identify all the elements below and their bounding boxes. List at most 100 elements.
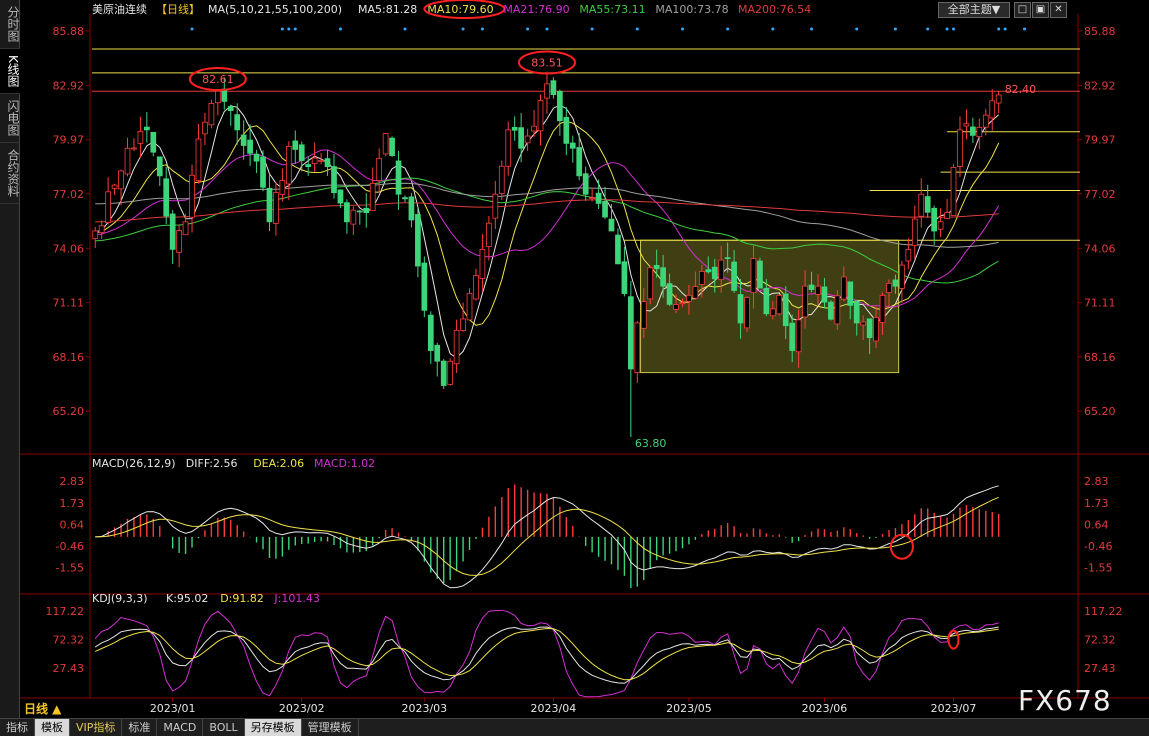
candle-body[interactable]: [731, 261, 737, 291]
candle-body[interactable]: [318, 160, 324, 162]
candle-body[interactable]: [518, 127, 524, 149]
candle-body[interactable]: [111, 184, 118, 189]
candle-body[interactable]: [440, 360, 447, 386]
candle-body[interactable]: [214, 90, 221, 104]
candle-body[interactable]: [840, 276, 847, 300]
candle-body[interactable]: [660, 267, 666, 287]
candle-body[interactable]: [589, 197, 595, 199]
candle-body[interactable]: [363, 207, 370, 214]
candle-body[interactable]: [395, 160, 402, 195]
candle-body[interactable]: [892, 279, 899, 287]
candle-body[interactable]: [247, 139, 253, 154]
candle-body[interactable]: [240, 134, 247, 146]
bottom-tab-6[interactable]: 另存模板: [244, 719, 302, 736]
candle-body[interactable]: [950, 167, 957, 216]
restore-icon[interactable]: ▣: [1032, 2, 1049, 18]
candle-body[interactable]: [92, 230, 99, 239]
candle-body[interactable]: [563, 116, 570, 144]
candle-body[interactable]: [408, 196, 415, 221]
candle-body[interactable]: [337, 189, 344, 204]
candle-body[interactable]: [911, 218, 918, 246]
candle-body[interactable]: [834, 295, 841, 325]
candle-body[interactable]: [266, 187, 273, 223]
candle-body[interactable]: [505, 129, 512, 167]
candle-body[interactable]: [582, 173, 589, 195]
candle-body[interactable]: [131, 147, 137, 150]
candle-body[interactable]: [389, 137, 395, 156]
candle-body[interactable]: [163, 178, 170, 217]
candle-body[interactable]: [227, 106, 234, 111]
candle-body[interactable]: [621, 261, 628, 294]
candle-body[interactable]: [460, 318, 466, 331]
candle-body[interactable]: [653, 265, 660, 270]
candle-body[interactable]: [305, 164, 312, 168]
candle-body[interactable]: [466, 293, 473, 321]
candle-body[interactable]: [931, 207, 938, 232]
candle-body[interactable]: [434, 344, 441, 362]
candle-body[interactable]: [344, 202, 350, 223]
candle-body[interactable]: [711, 266, 718, 280]
candle-body[interactable]: [976, 126, 983, 138]
candle-body[interactable]: [782, 293, 789, 327]
candle-body[interactable]: [511, 127, 518, 131]
candle-body[interactable]: [750, 258, 757, 294]
candle-body[interactable]: [376, 157, 383, 181]
candle-body[interactable]: [737, 294, 744, 324]
minimize-icon[interactable]: □: [1014, 2, 1031, 18]
candle-body[interactable]: [744, 297, 750, 329]
candle-body[interactable]: [757, 260, 763, 289]
candle-body[interactable]: [156, 156, 163, 177]
candle-body[interactable]: [673, 304, 679, 310]
candle-body[interactable]: [486, 222, 492, 247]
futures-chart[interactable]: 85.88 85.88 82.92 82.92 79.97 79.97 77.02 77.02…: [20, 0, 1149, 718]
candle-body[interactable]: [789, 322, 796, 351]
candle-body[interactable]: [182, 221, 189, 236]
candle-body[interactable]: [202, 121, 208, 135]
bottom-tab-7[interactable]: 管理模板: [302, 719, 359, 736]
candle-body[interactable]: [569, 142, 576, 149]
candle-body[interactable]: [427, 314, 434, 351]
candle-body[interactable]: [285, 146, 292, 185]
candle-body[interactable]: [311, 157, 318, 165]
left-tab-2[interactable]: 闪电图: [0, 94, 20, 143]
candle-body[interactable]: [105, 191, 111, 223]
candle-body[interactable]: [860, 321, 867, 326]
candle-body[interactable]: [963, 123, 970, 127]
candle-body[interactable]: [602, 200, 608, 218]
close-icon[interactable]: ✕: [1050, 2, 1067, 18]
candle-body[interactable]: [647, 267, 654, 300]
candle-body[interactable]: [176, 230, 182, 253]
candle-body[interactable]: [886, 283, 892, 293]
candle-body[interactable]: [634, 322, 641, 373]
candle-body[interactable]: [666, 283, 673, 305]
candle-body[interactable]: [686, 294, 692, 302]
candle-body[interactable]: [679, 302, 686, 305]
left-tab-0[interactable]: 分时图: [0, 0, 20, 49]
candle-body[interactable]: [905, 248, 912, 262]
candle-body[interactable]: [866, 318, 873, 339]
candle-body[interactable]: [98, 225, 105, 234]
candle-body[interactable]: [828, 301, 834, 320]
candle-body[interactable]: [253, 153, 260, 162]
candle-body[interactable]: [369, 182, 376, 212]
candle-body[interactable]: [776, 294, 783, 315]
candle-body[interactable]: [382, 133, 389, 155]
candle-body[interactable]: [453, 329, 460, 365]
candle-body[interactable]: [724, 257, 731, 260]
candle-body[interactable]: [279, 180, 286, 195]
candle-body[interactable]: [234, 114, 241, 131]
candle-body[interactable]: [705, 269, 712, 273]
candle-body[interactable]: [957, 129, 963, 167]
candle-body[interactable]: [595, 192, 602, 204]
candle-body[interactable]: [356, 210, 363, 213]
candle-body[interactable]: [718, 259, 725, 281]
candle-body[interactable]: [640, 301, 647, 329]
candle-body[interactable]: [982, 114, 989, 128]
period-selector[interactable]: 日线 ▲: [24, 700, 61, 717]
candle-body[interactable]: [970, 126, 976, 136]
candle-body[interactable]: [873, 316, 879, 342]
candle-body[interactable]: [447, 360, 454, 385]
candle-body[interactable]: [498, 165, 505, 194]
candle-body[interactable]: [989, 100, 996, 119]
candle-body[interactable]: [576, 147, 583, 177]
